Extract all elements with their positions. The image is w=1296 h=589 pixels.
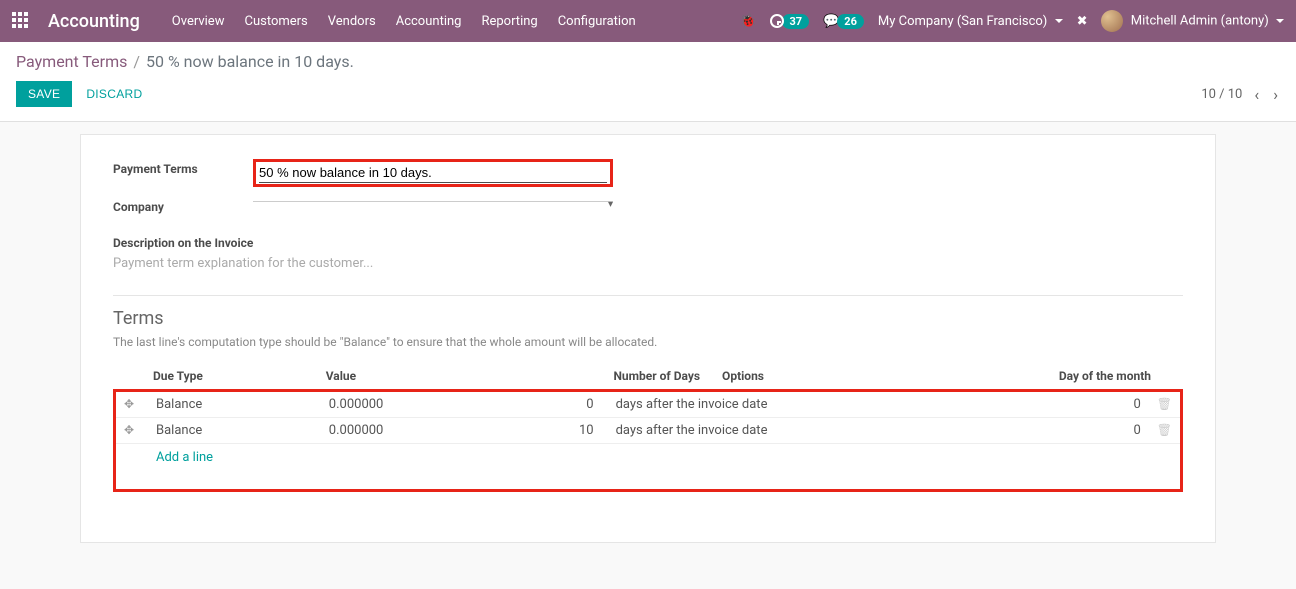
save-button[interactable]: SAVE	[16, 81, 72, 107]
company-switcher[interactable]: My Company (San Francisco)	[878, 14, 1063, 29]
terms-help: The last line's computation type should …	[113, 335, 1183, 349]
dev-tools-icon[interactable]: ✖	[1077, 14, 1088, 29]
messages-badge: 26	[837, 14, 864, 29]
company-field: ▾	[253, 197, 613, 210]
breadcrumb: Payment Terms / 50 % now balance in 10 d…	[16, 52, 1280, 71]
user-name: Mitchell Admin (antony)	[1131, 13, 1269, 28]
control-bar: Payment Terms / 50 % now balance in 10 d…	[0, 42, 1296, 122]
table-row[interactable]: ✥ Balance 0.000000 0 days after the invo…	[116, 392, 1180, 418]
messages-icon[interactable]: 💬 26	[823, 14, 864, 29]
pager: 10 / 10 ‹ ›	[1201, 85, 1280, 104]
payment-terms-label: Payment Terms	[113, 159, 253, 176]
cell-day-of-month[interactable]: 0	[1084, 392, 1149, 418]
discard-button[interactable]: DISCARD	[86, 87, 142, 101]
terms-table-header: Due Type Value Number of Days Options Da…	[113, 363, 1183, 390]
chevron-down-icon: ▾	[608, 199, 613, 210]
description-label: Description on the Invoice	[113, 236, 1183, 250]
nav-reporting[interactable]: Reporting	[481, 14, 537, 29]
col-value[interactable]: Value	[318, 363, 440, 390]
table-row[interactable]: ✥ Balance 0.000000 10 days after the inv…	[116, 418, 1180, 444]
col-day-of-month[interactable]: Day of the month	[876, 363, 1159, 390]
cell-num-days[interactable]: 0	[517, 392, 602, 418]
nav-vendors[interactable]: Vendors	[328, 14, 376, 29]
drag-handle-icon[interactable]: ✥	[124, 423, 134, 437]
terms-title: Terms	[113, 308, 1183, 329]
pager-next-icon[interactable]: ›	[1271, 85, 1280, 104]
app-title: Accounting	[48, 11, 140, 32]
breadcrumb-parent[interactable]: Payment Terms	[16, 52, 127, 71]
payment-terms-highlight	[253, 159, 613, 187]
nav-overview[interactable]: Overview	[172, 14, 225, 29]
chevron-down-icon	[1276, 19, 1284, 23]
pager-text[interactable]: 10 / 10	[1201, 87, 1242, 102]
form-sheet: Payment Terms Company ▾ Description on t…	[80, 134, 1216, 543]
breadcrumb-separator: /	[133, 52, 140, 71]
nav-accounting[interactable]: Accounting	[396, 14, 462, 29]
col-due-type[interactable]: Due Type	[145, 363, 318, 390]
description-input[interactable]: Payment term explanation for the custome…	[113, 254, 1183, 273]
bug-icon[interactable]: 🐞	[740, 14, 756, 29]
activity-icon[interactable]: 37	[770, 14, 809, 29]
cell-due-type[interactable]: Balance	[148, 418, 321, 444]
cell-due-type[interactable]: Balance	[148, 392, 321, 418]
drag-handle-icon[interactable]: ✥	[124, 397, 134, 411]
divider	[113, 295, 1183, 296]
activity-badge: 37	[782, 14, 809, 29]
company-name: My Company (San Francisco)	[878, 14, 1047, 29]
field-company: Company ▾	[113, 197, 1183, 214]
cell-value[interactable]: 0.000000	[321, 418, 517, 444]
breadcrumb-current: 50 % now balance in 10 days.	[146, 52, 354, 71]
add-line-row: Add a line	[116, 444, 1180, 490]
user-menu[interactable]: Mitchell Admin (antony)	[1101, 10, 1284, 32]
cell-value[interactable]: 0.000000	[321, 392, 517, 418]
trash-icon[interactable]: 🗑	[1157, 397, 1172, 411]
pager-prev-icon[interactable]: ‹	[1252, 85, 1261, 104]
trash-icon[interactable]: 🗑	[1157, 423, 1172, 437]
nav-menu: Overview Customers Vendors Accounting Re…	[172, 14, 636, 29]
cell-num-days[interactable]: 10	[517, 418, 602, 444]
company-select[interactable]: ▾	[253, 197, 613, 202]
nav-right: 🐞 37 💬 26 My Company (San Francisco) ✖ M…	[740, 10, 1284, 32]
field-payment-terms: Payment Terms	[113, 159, 1183, 187]
payment-terms-input[interactable]	[259, 163, 607, 183]
terms-table-body: ✥ Balance 0.000000 0 days after the invo…	[116, 392, 1180, 489]
nav-customers[interactable]: Customers	[244, 14, 307, 29]
col-num-days[interactable]: Number of Days	[439, 363, 708, 390]
avatar	[1101, 10, 1123, 32]
chevron-down-icon	[1055, 19, 1063, 23]
company-label: Company	[113, 197, 253, 214]
terms-highlight-box: ✥ Balance 0.000000 0 days after the invo…	[113, 389, 1183, 492]
apps-icon[interactable]	[12, 12, 30, 30]
cell-options[interactable]: days after the invoice date	[602, 418, 1084, 444]
add-line-link[interactable]: Add a line	[156, 450, 213, 465]
col-options[interactable]: Options	[708, 363, 876, 390]
cell-day-of-month[interactable]: 0	[1084, 418, 1149, 444]
actions-row: SAVE DISCARD 10 / 10 ‹ ›	[16, 81, 1280, 107]
cell-options[interactable]: days after the invoice date	[602, 392, 1084, 418]
top-nav: Accounting Overview Customers Vendors Ac…	[0, 0, 1296, 42]
nav-configuration[interactable]: Configuration	[558, 14, 636, 29]
